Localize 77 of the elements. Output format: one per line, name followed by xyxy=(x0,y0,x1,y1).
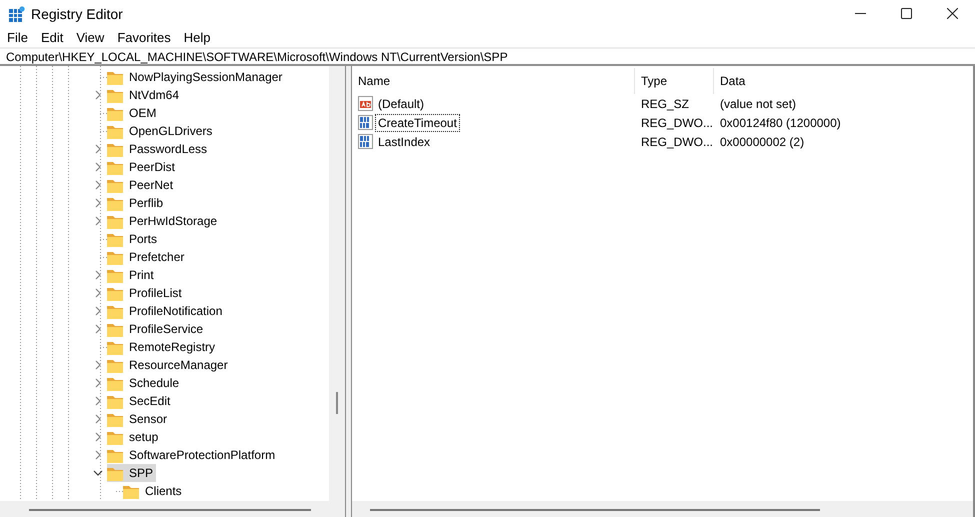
binary-value-icon xyxy=(358,134,373,149)
registry-icon xyxy=(9,6,25,22)
folder-icon xyxy=(107,214,123,228)
tree-item[interactable]: Perflib xyxy=(107,194,166,212)
folder-icon xyxy=(107,322,123,336)
folder-icon xyxy=(123,484,139,498)
vertical-scrollbar[interactable] xyxy=(329,66,345,501)
tree-item[interactable]: PasswordLess xyxy=(107,140,210,158)
folder-icon xyxy=(107,70,123,84)
string-value-icon xyxy=(358,96,373,111)
folder-icon xyxy=(107,268,123,282)
tree-item[interactable]: SPP xyxy=(107,464,156,482)
tree-item[interactable]: NtVdm64 xyxy=(107,86,182,104)
tree-item[interactable]: PeerNet xyxy=(107,176,176,194)
value-type: REG_SZ xyxy=(640,96,690,110)
menu-item[interactable]: File xyxy=(2,30,33,45)
value-name[interactable]: LastIndex xyxy=(375,132,434,150)
folder-icon xyxy=(107,124,123,138)
pane-splitter[interactable] xyxy=(346,66,352,517)
window-title: Registry Editor xyxy=(31,6,123,22)
folder-icon xyxy=(107,394,123,408)
folder-icon xyxy=(107,448,123,462)
folder-icon xyxy=(107,196,123,210)
folder-icon xyxy=(107,430,123,444)
menu-item[interactable]: Help xyxy=(178,30,216,45)
tree-item[interactable]: SoftwareProtectionPlatform xyxy=(107,446,278,464)
tree-item[interactable]: ProfileNotification xyxy=(107,302,226,320)
folder-icon xyxy=(107,304,123,318)
value-name[interactable]: (Default) xyxy=(375,94,428,112)
folder-icon xyxy=(107,412,123,426)
tree-item[interactable]: setup xyxy=(107,428,162,446)
folder-icon xyxy=(107,286,123,300)
folder-icon xyxy=(107,466,123,480)
folder-icon xyxy=(107,250,123,264)
tree-item[interactable]: SecEdit xyxy=(107,392,174,410)
tree-item[interactable]: Print xyxy=(107,266,157,284)
folder-icon xyxy=(107,142,123,156)
folder-icon xyxy=(107,376,123,390)
menu-item[interactable]: Edit xyxy=(36,30,68,45)
tree-item[interactable]: Prefetcher xyxy=(107,248,188,266)
tree-item[interactable]: PeerDist xyxy=(107,158,178,176)
folder-icon xyxy=(107,358,123,372)
tree-item[interactable]: OEM xyxy=(107,104,160,122)
tree-item[interactable]: NowPlayingSessionManager xyxy=(107,68,286,86)
menu-item[interactable]: Favorites xyxy=(112,30,176,45)
value-data: 0x00000002 (2) xyxy=(719,134,804,148)
column-header[interactable]: Name xyxy=(352,68,635,94)
value-type: REG_DWO... xyxy=(640,134,714,148)
close-icon xyxy=(946,8,958,18)
folder-icon xyxy=(107,178,123,192)
folder-icon xyxy=(107,106,123,120)
maximize-icon xyxy=(900,8,912,18)
tree-item[interactable]: Ports xyxy=(107,230,160,248)
tree-item[interactable]: OpenGLDrivers xyxy=(107,122,216,140)
tree-item[interactable]: ProfileService xyxy=(107,320,206,338)
tree-item[interactable]: ProfileList xyxy=(107,284,185,302)
value-data: 0x00124f80 (1200000) xyxy=(719,116,841,130)
value-name[interactable]: CreateTimeout xyxy=(375,114,460,132)
column-header[interactable]: Data xyxy=(714,68,973,94)
address-field[interactable]: Computer\HKEY_LOCAL_MACHINE\SOFTWARE\Microsoft\Windows NT\CurrentVersion\SPP xyxy=(0,47,975,66)
folder-icon xyxy=(107,88,123,102)
horizontal-scrollbar[interactable] xyxy=(0,501,345,517)
tree-item[interactable]: Sensor xyxy=(107,410,170,428)
horizontal-scrollbar[interactable] xyxy=(352,501,973,517)
tree-item[interactable]: Clients xyxy=(123,482,185,500)
tree-item[interactable]: RemoteRegistry xyxy=(107,338,218,356)
value-data: (value not set) xyxy=(719,96,796,110)
column-header[interactable]: Type xyxy=(635,68,714,94)
tree-item[interactable]: PerHwIdStorage xyxy=(107,212,220,230)
tree-item[interactable]: ResourceManager xyxy=(107,356,231,374)
menu-item[interactable]: View xyxy=(71,30,110,45)
binary-value-icon xyxy=(358,115,373,130)
value-type: REG_DWO... xyxy=(640,116,714,130)
folder-icon xyxy=(107,160,123,174)
folder-icon xyxy=(107,340,123,354)
folder-icon xyxy=(107,232,123,246)
tree-item[interactable]: Schedule xyxy=(107,374,182,392)
